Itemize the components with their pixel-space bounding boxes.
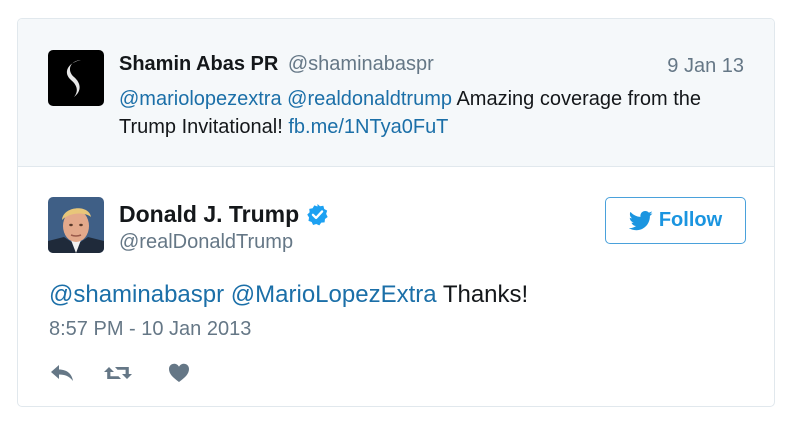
follow-label: Follow [658, 209, 723, 231]
twitter-bird-icon [628, 210, 653, 230]
tweet-text: @shaminabaspr @MarioLopezExtra Thanks! [49, 281, 528, 309]
author-handle[interactable]: @realDonaldTrump [119, 231, 293, 254]
author-name-row: Donald J. Trump [119, 201, 329, 228]
reply-icon [51, 365, 73, 381]
parent-date[interactable]: 9 Jan 13 [667, 55, 744, 78]
mention-link[interactable]: @mariolopezextra [119, 88, 282, 110]
parent-text-part: Trump Invitational! [119, 116, 283, 138]
retweet-icon [104, 367, 132, 379]
parent-header: Shamin Abas PR @shaminabaspr [119, 53, 434, 76]
parent-tweet[interactable]: Shamin Abas PR @shaminabaspr 9 Jan 13 @m… [18, 19, 774, 167]
mention-link[interactable]: @realdonaldtrump [287, 88, 452, 110]
heart-icon [169, 363, 189, 382]
embedded-tweet-card: Shamin Abas PR @shaminabaspr 9 Jan 13 @m… [17, 18, 775, 407]
tweet-text-part: Thanks! [442, 281, 529, 308]
author-name[interactable]: Donald J. Trump [119, 201, 299, 228]
parent-author-name[interactable]: Shamin Abas PR [119, 53, 278, 75]
follow-button[interactable]: Follow [605, 197, 746, 244]
retweet-button[interactable] [103, 362, 133, 384]
profile-photo [48, 197, 104, 253]
author-avatar[interactable] [48, 197, 104, 253]
reply-button[interactable] [49, 362, 75, 384]
parent-tweet-text: @mariolopezextra @realdonaldtrump Amazin… [119, 85, 749, 141]
parent-author-handle[interactable]: @shaminabaspr [288, 53, 434, 75]
parent-text-part: Amazing coverage from the [456, 88, 702, 110]
like-button[interactable] [168, 362, 190, 384]
mention-link[interactable]: @shaminabaspr [49, 281, 224, 308]
url-link[interactable]: fb.me/1NTya0FuT [288, 116, 448, 138]
tweet-timestamp[interactable]: 8:57 PM - 10 Jan 2013 [49, 318, 251, 341]
mention-link[interactable]: @MarioLopezExtra [231, 281, 437, 308]
parent-avatar[interactable] [48, 50, 104, 106]
verified-badge-icon [306, 203, 329, 226]
stylized-s-logo-icon [66, 60, 81, 97]
